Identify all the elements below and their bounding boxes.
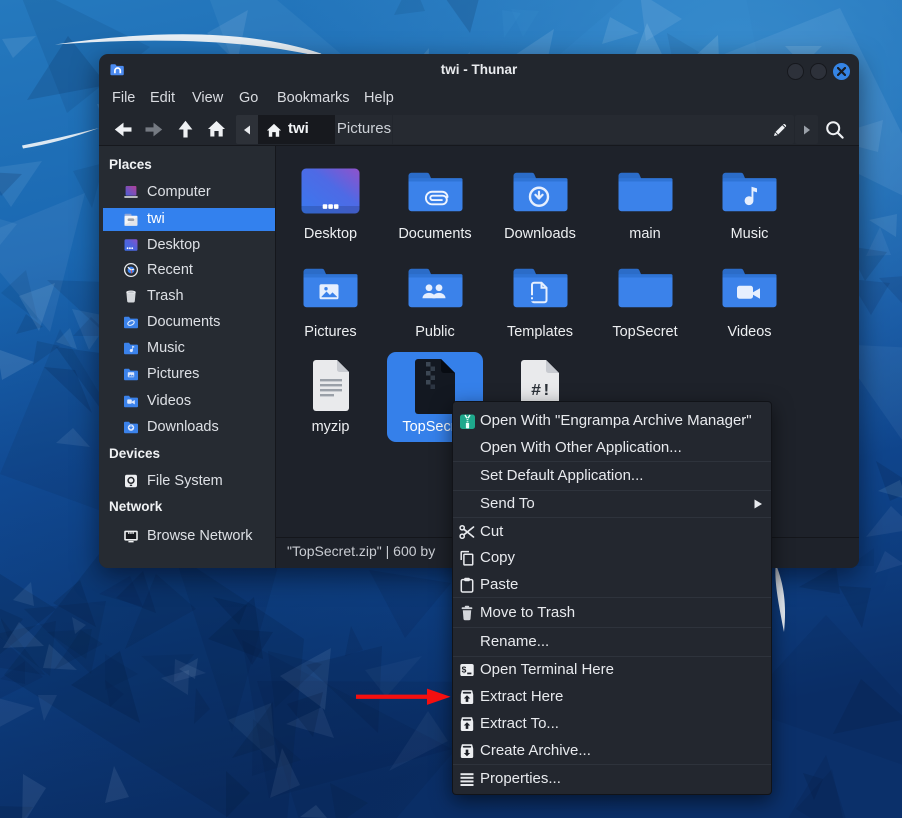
svg-text:$: $ <box>462 665 467 675</box>
svg-text:#!: #! <box>531 382 551 401</box>
